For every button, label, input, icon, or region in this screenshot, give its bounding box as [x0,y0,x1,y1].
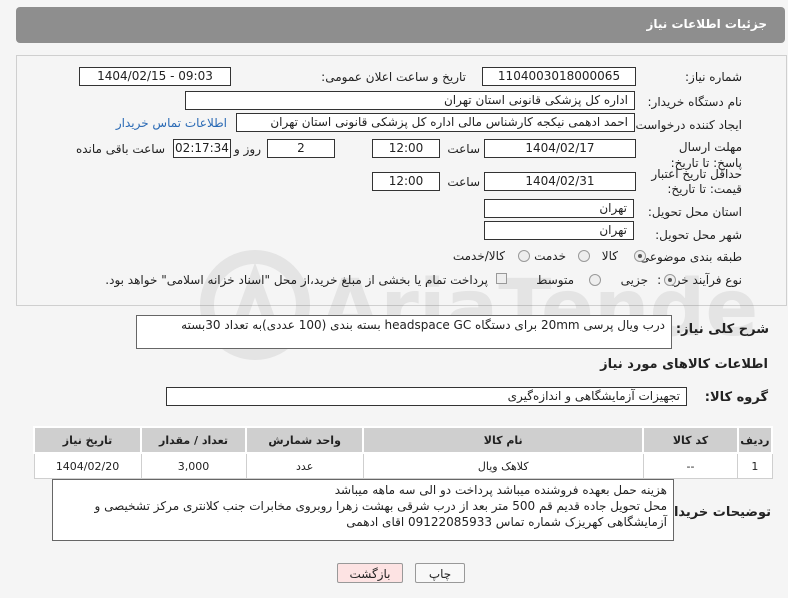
category-option-service: خدمت [534,249,566,263]
creator-field: احمد ادهمی نیکجه کارشناس مالی اداره کل پ… [236,113,635,132]
days-label: روز و [234,142,261,156]
deadline-time-label: ساعت [447,142,480,156]
buyer-notes-line: محل تحویل جاده قدیم قم 500 متر بعد از در… [94,499,668,513]
items-table-header-row: ردیف کد کالا نام کالا واحد شمارش تعداد /… [32,426,774,454]
goods-group-field: تجهیزات آزمایشگاهی و اندازه‌گیری [166,387,687,406]
treasury-payment-checkbox[interactable] [496,273,507,284]
print-button[interactable]: چاپ [415,563,465,583]
table-row: 1 -- کلاهک ویال عدد 3,000 1404/02/20 [33,452,773,479]
buyer-notes-label: توضیحات خریدار: [661,505,771,520]
need-number-field: 1104003018000065 [482,67,636,86]
item-name-cell: کلاهک ویال [362,452,644,479]
description-textarea[interactable]: درب ویال پرسی 20mm برای دستگاه headspace… [136,315,672,349]
validity-label: حداقل تاریخ اعتبار قیمت: تا تاریخ: [651,167,742,196]
category-radio-goods[interactable] [634,250,646,262]
treasury-payment-note: پرداخت تمام یا بخشی از مبلغ خرید،از محل … [105,273,488,287]
category-option-goods-service: کالا/خدمت [452,249,505,263]
validity-time-field: 12:00 [372,172,440,191]
province-field: تهران [484,199,634,218]
deadline-days-field: 2 [267,139,335,158]
validity-date-field: 1404/02/31 [484,172,636,191]
col-unit-header: واحد شمارش [244,426,365,454]
city-field: تهران [484,221,634,240]
buyer-field: اداره کل پزشکی قانونی استان تهران [185,91,635,110]
back-button[interactable]: بازگشت [337,563,403,583]
creator-label: ایجاد کننده درخواست: [631,118,742,132]
item-unit-cell: عدد [245,452,364,479]
category-radio-goods-service[interactable] [518,250,530,262]
deadline-time-field: 12:00 [372,139,440,158]
page-header: جزئیات اطلاعات نیاز [16,7,785,43]
col-row-header: ردیف [736,426,774,454]
buyer-notes-line: آزمایشگاهی کهریزک شماره تماس 09122085933… [346,515,667,529]
process-radio-minor[interactable] [664,274,676,286]
province-label: استان محل تحویل: [647,205,742,219]
col-date-header: تاریخ نیاز [32,426,143,454]
process-radio-medium[interactable] [589,274,601,286]
col-code-header: کد کالا [642,426,739,454]
validity-time-label: ساعت [447,175,480,189]
col-name-header: نام کالا [362,426,645,454]
items-table: ردیف کد کالا نام کالا واحد شمارش تعداد /… [32,426,774,479]
description-label: شرح کلی نیاز: [675,322,769,337]
buyer-notes-textarea[interactable]: هزینه حمل بعهده فروشنده میباشد پرداخت دو… [52,479,674,541]
category-radio-service[interactable] [578,250,590,262]
remaining-time-field: 02:17:34 [173,139,231,158]
deadline-date-field: 1404/02/17 [484,139,636,158]
remaining-label: ساعت باقی مانده [75,142,165,156]
announce-datetime-field: 1404/02/15 - 09:03 [79,67,231,86]
item-quantity-cell: 3,000 [140,452,247,479]
item-date-cell: 1404/02/20 [33,452,142,479]
buyer-contact-link[interactable]: اطلاعات تماس خریدار [116,116,227,130]
announce-label: تاریخ و ساعت اعلان عمومی: [321,70,466,84]
need-number-label: شماره نیاز: [685,70,742,84]
col-quantity-header: تعداد / مقدار [140,426,247,454]
buyer-notes-line: هزینه حمل بعهده فروشنده میباشد پرداخت دو… [334,483,667,497]
process-option-minor: جزیی [620,273,648,287]
city-label: شهر محل تحویل: [655,228,742,242]
goods-section-title: اطلاعات کالاهای مورد نیاز [600,357,768,372]
category-label: طبقه بندی موضوعی: [635,250,742,264]
goods-group-label: گروه کالا: [704,390,768,405]
item-code-cell: -- [642,452,739,479]
category-option-goods: کالا [601,249,618,263]
row-number-cell: 1 [737,452,773,479]
page-title: جزئیات اطلاعات نیاز [646,17,767,31]
process-option-medium: متوسط [536,273,574,287]
buyer-label: نام دستگاه خریدار: [647,95,743,109]
